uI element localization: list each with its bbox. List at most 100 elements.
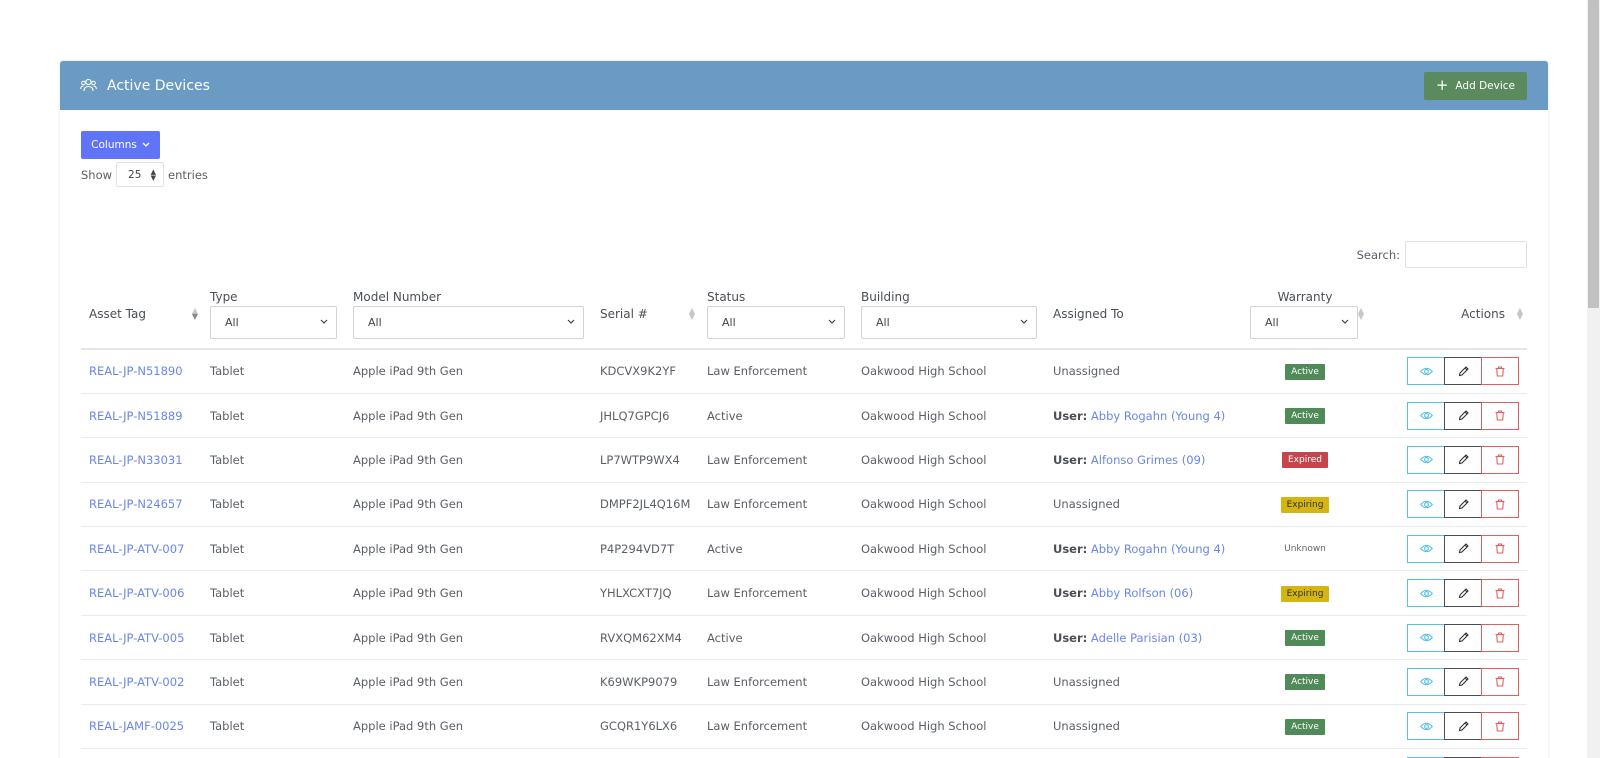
warranty-cell: Expired xyxy=(1242,437,1368,483)
delete-button[interactable] xyxy=(1481,623,1519,652)
delete-button[interactable] xyxy=(1481,445,1519,474)
type-filter-select[interactable]: All xyxy=(210,305,337,339)
asset-tag-link[interactable]: REAL-JP-N24657 xyxy=(89,497,183,511)
status-cell: Law Enforcement xyxy=(699,437,853,483)
assigned-value: Abby Rogahn (Young 4) xyxy=(1090,408,1226,423)
status-cell: Law Enforcement xyxy=(699,349,853,394)
table-row: REAL-JP-N51889 Tablet Apple iPad 9th Gen… xyxy=(81,393,1527,439)
view-button[interactable] xyxy=(1407,357,1445,386)
col-asset-tag[interactable]: Asset Tag ▲ ▼ xyxy=(81,280,202,350)
serial-cell: JHLQ7GPCJ6 xyxy=(592,393,699,439)
col-building: Building All xyxy=(853,280,1045,350)
edit-button[interactable] xyxy=(1444,579,1482,608)
view-button[interactable] xyxy=(1407,712,1445,741)
delete-button[interactable] xyxy=(1481,357,1519,386)
table-row: REAL-JP-ATV-006 Tablet Apple iPad 9th Ge… xyxy=(81,570,1527,616)
col-actions-label: Actions xyxy=(1461,307,1505,321)
view-button[interactable] xyxy=(1407,490,1445,519)
assigned-cell: Unassigned xyxy=(1045,748,1242,758)
building-filter-select[interactable]: All xyxy=(861,305,1037,339)
edit-button[interactable] xyxy=(1444,667,1482,696)
delete-button[interactable] xyxy=(1481,667,1519,696)
status-cell: Law Enforcement xyxy=(699,482,853,528)
row-actions xyxy=(1376,623,1519,652)
assigned-cell: Unassigned xyxy=(1045,704,1242,750)
assigned-value: Adelle Parisian (03) xyxy=(1090,630,1203,645)
table-row: REAL-JP-ATV-005 Tablet Apple iPad 9th Ge… xyxy=(81,615,1527,661)
scrollbar[interactable] xyxy=(1587,0,1600,758)
model-cell: Apple iPad 9th Gen xyxy=(345,437,592,483)
warranty-filter-value: All xyxy=(1265,315,1279,329)
scrollbar-thumb[interactable] xyxy=(1588,0,1599,308)
view-button[interactable] xyxy=(1407,667,1445,696)
warranty-cell: Unknown xyxy=(1242,526,1368,572)
asset-tag-link[interactable]: REAL-JP-ATV-002 xyxy=(89,675,184,689)
status-filter-select[interactable]: All xyxy=(707,305,845,339)
col-type-label: Type xyxy=(210,289,238,304)
edit-button[interactable] xyxy=(1444,712,1482,741)
asset-tag-link[interactable]: REAL-JP-N51889 xyxy=(89,409,183,423)
pencil-icon xyxy=(1458,676,1469,687)
col-serial[interactable]: Serial # ▲ ▼ xyxy=(592,280,699,350)
entries-select[interactable]: 25 ▲ ▼ xyxy=(116,162,165,187)
asset-tag-link[interactable]: REAL-JAMF-0025 xyxy=(89,719,184,733)
delete-button[interactable] xyxy=(1481,712,1519,741)
type-filter-value: All xyxy=(225,315,239,329)
edit-button[interactable] xyxy=(1444,490,1482,519)
building-cell: Oakwood High School xyxy=(853,526,1045,572)
row-actions xyxy=(1376,667,1519,696)
view-button[interactable] xyxy=(1407,623,1445,652)
col-asset-tag-label: Asset Tag xyxy=(89,307,146,321)
model-cell: Apple iPad 9th Gen xyxy=(345,349,592,394)
eye-icon xyxy=(1419,545,1433,553)
warranty-filter-select[interactable]: All xyxy=(1250,305,1358,339)
edit-button[interactable] xyxy=(1444,401,1482,430)
status-cell: Law Enforcement xyxy=(699,659,853,705)
row-actions xyxy=(1376,401,1519,430)
asset-tag-link[interactable]: REAL-JP-N33031 xyxy=(89,453,183,467)
page-length-control: Show 25 ▲ ▼ entries xyxy=(81,162,208,187)
view-button[interactable] xyxy=(1407,445,1445,474)
edit-button[interactable] xyxy=(1444,445,1482,474)
assigned-value: Alfonso Grimes (09) xyxy=(1090,452,1206,467)
warranty-cell: Active xyxy=(1242,349,1368,394)
assigned-cell: User: Abby Rogahn (Young 4) xyxy=(1045,526,1242,572)
pencil-icon xyxy=(1458,410,1469,421)
view-button[interactable] xyxy=(1407,401,1445,430)
building-cell: Oakwood High School xyxy=(853,437,1045,483)
view-button[interactable] xyxy=(1407,579,1445,608)
delete-button[interactable] xyxy=(1481,534,1519,563)
pencil-icon xyxy=(1458,454,1469,465)
type-cell: Tablet xyxy=(202,526,345,572)
edit-button[interactable] xyxy=(1444,357,1482,386)
delete-button[interactable] xyxy=(1481,579,1519,608)
warranty-cell: Expiring xyxy=(1242,482,1368,528)
search-input[interactable] xyxy=(1405,241,1527,268)
warranty-badge: Active xyxy=(1285,718,1325,735)
columns-button[interactable]: Columns xyxy=(81,131,160,159)
asset-tag-link[interactable]: REAL-JP-ATV-006 xyxy=(89,586,184,600)
add-device-button[interactable]: + Add Device xyxy=(1423,71,1527,100)
assigned-user-label: User: xyxy=(1053,586,1088,601)
assigned-value: Unassigned xyxy=(1053,497,1120,512)
model-cell: Apple iPad 9th Gen xyxy=(345,570,592,616)
status-cell: Active xyxy=(699,748,853,758)
delete-button[interactable] xyxy=(1481,401,1519,430)
edit-button[interactable] xyxy=(1444,534,1482,563)
asset-tag-link[interactable]: REAL-JP-ATV-007 xyxy=(89,542,184,556)
assigned-cell: User: Alfonso Grimes (09) xyxy=(1045,437,1242,483)
entries-value: 25 xyxy=(128,168,142,181)
asset-tag-link[interactable]: REAL-JP-N51890 xyxy=(89,364,183,378)
pencil-icon xyxy=(1458,721,1469,732)
trash-icon xyxy=(1495,721,1505,732)
pencil-icon xyxy=(1458,543,1469,554)
view-button[interactable] xyxy=(1407,534,1445,563)
edit-button[interactable] xyxy=(1444,623,1482,652)
model-filter-select[interactable]: All xyxy=(353,305,584,339)
col-warranty: Warranty All ▲ ▼ xyxy=(1242,280,1368,350)
col-assigned-label: Assigned To xyxy=(1053,307,1124,321)
col-actions[interactable]: Actions ▲ ▼ xyxy=(1368,280,1527,350)
asset-tag-link[interactable]: REAL-JP-ATV-005 xyxy=(89,631,184,645)
users-icon xyxy=(80,78,97,92)
delete-button[interactable] xyxy=(1481,490,1519,519)
